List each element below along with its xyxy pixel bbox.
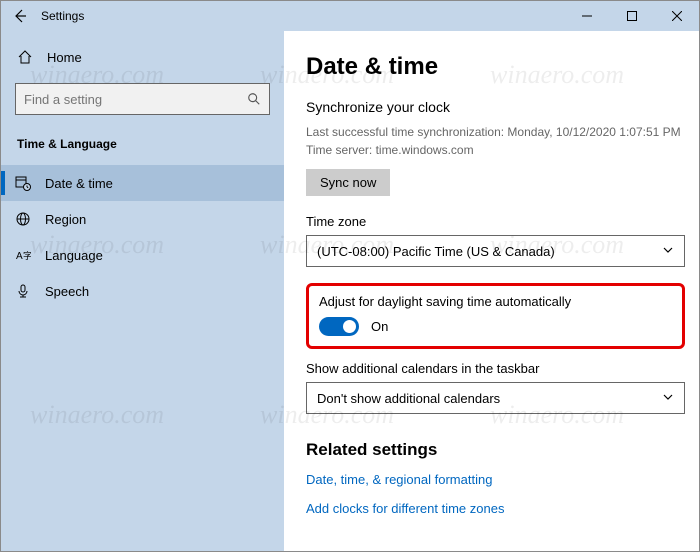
maximize-icon (627, 11, 637, 21)
additional-calendars-value: Don't show additional calendars (317, 391, 500, 406)
timezone-value: (UTC-08:00) Pacific Time (US & Canada) (317, 244, 555, 259)
sync-now-button[interactable]: Sync now (306, 169, 390, 196)
back-button[interactable] (9, 5, 31, 27)
home-icon (17, 49, 33, 65)
calendar-clock-icon (15, 175, 31, 191)
minimize-button[interactable] (564, 1, 609, 31)
search-box[interactable] (15, 83, 270, 115)
maximize-button[interactable] (609, 1, 654, 31)
dst-toggle[interactable] (319, 317, 359, 336)
sidebar-item-label: Date & time (45, 176, 113, 191)
search-input[interactable] (24, 92, 247, 107)
home-label: Home (47, 50, 82, 65)
titlebar: Settings (1, 1, 699, 31)
home-nav[interactable]: Home (1, 41, 284, 73)
sidebar-item-label: Speech (45, 284, 89, 299)
additional-calendars-label: Show additional calendars in the taskbar (306, 361, 685, 376)
window-title: Settings (41, 9, 84, 23)
sidebar-item-label: Language (45, 248, 103, 263)
language-icon: A字 (15, 247, 31, 263)
additional-calendars-select[interactable]: Don't show additional calendars (306, 382, 685, 414)
page-title: Date & time (306, 53, 685, 81)
microphone-icon (15, 283, 31, 299)
settings-window: Settings Home T (0, 0, 700, 552)
chevron-down-icon (662, 391, 674, 406)
main-content: Date & time Synchronize your clock Last … (284, 31, 699, 551)
dst-toggle-state: On (371, 319, 388, 334)
sidebar-item-date-time[interactable]: Date & time (1, 165, 284, 201)
sidebar-item-region[interactable]: Region (1, 201, 284, 237)
last-sync-text: Last successful time synchronization: Mo… (306, 123, 685, 141)
close-button[interactable] (654, 1, 699, 31)
time-server-text: Time server: time.windows.com (306, 141, 685, 159)
sidebar-item-label: Region (45, 212, 86, 227)
arrow-left-icon (12, 8, 28, 24)
timezone-label: Time zone (306, 214, 685, 229)
svg-text:A: A (16, 251, 23, 262)
close-icon (672, 11, 682, 21)
link-regional-formatting[interactable]: Date, time, & regional formatting (306, 472, 685, 487)
dst-label: Adjust for daylight saving time automati… (319, 294, 672, 309)
sync-section-title: Synchronize your clock (306, 99, 685, 115)
globe-icon (15, 211, 31, 227)
timezone-select[interactable]: (UTC-08:00) Pacific Time (US & Canada) (306, 235, 685, 267)
sidebar-item-speech[interactable]: Speech (1, 273, 284, 309)
search-icon (247, 92, 261, 106)
sidebar: Home Time & Language Date & time Region (1, 31, 284, 551)
link-add-clocks[interactable]: Add clocks for different time zones (306, 501, 685, 516)
sync-info: Last successful time synchronization: Mo… (306, 123, 685, 159)
minimize-icon (582, 11, 592, 21)
chevron-down-icon (662, 244, 674, 259)
dst-highlight-box: Adjust for daylight saving time automati… (306, 283, 685, 349)
sidebar-section-heading: Time & Language (1, 133, 284, 165)
svg-text:字: 字 (23, 250, 31, 261)
related-settings-heading: Related settings (306, 440, 685, 460)
sidebar-item-language[interactable]: A字 Language (1, 237, 284, 273)
